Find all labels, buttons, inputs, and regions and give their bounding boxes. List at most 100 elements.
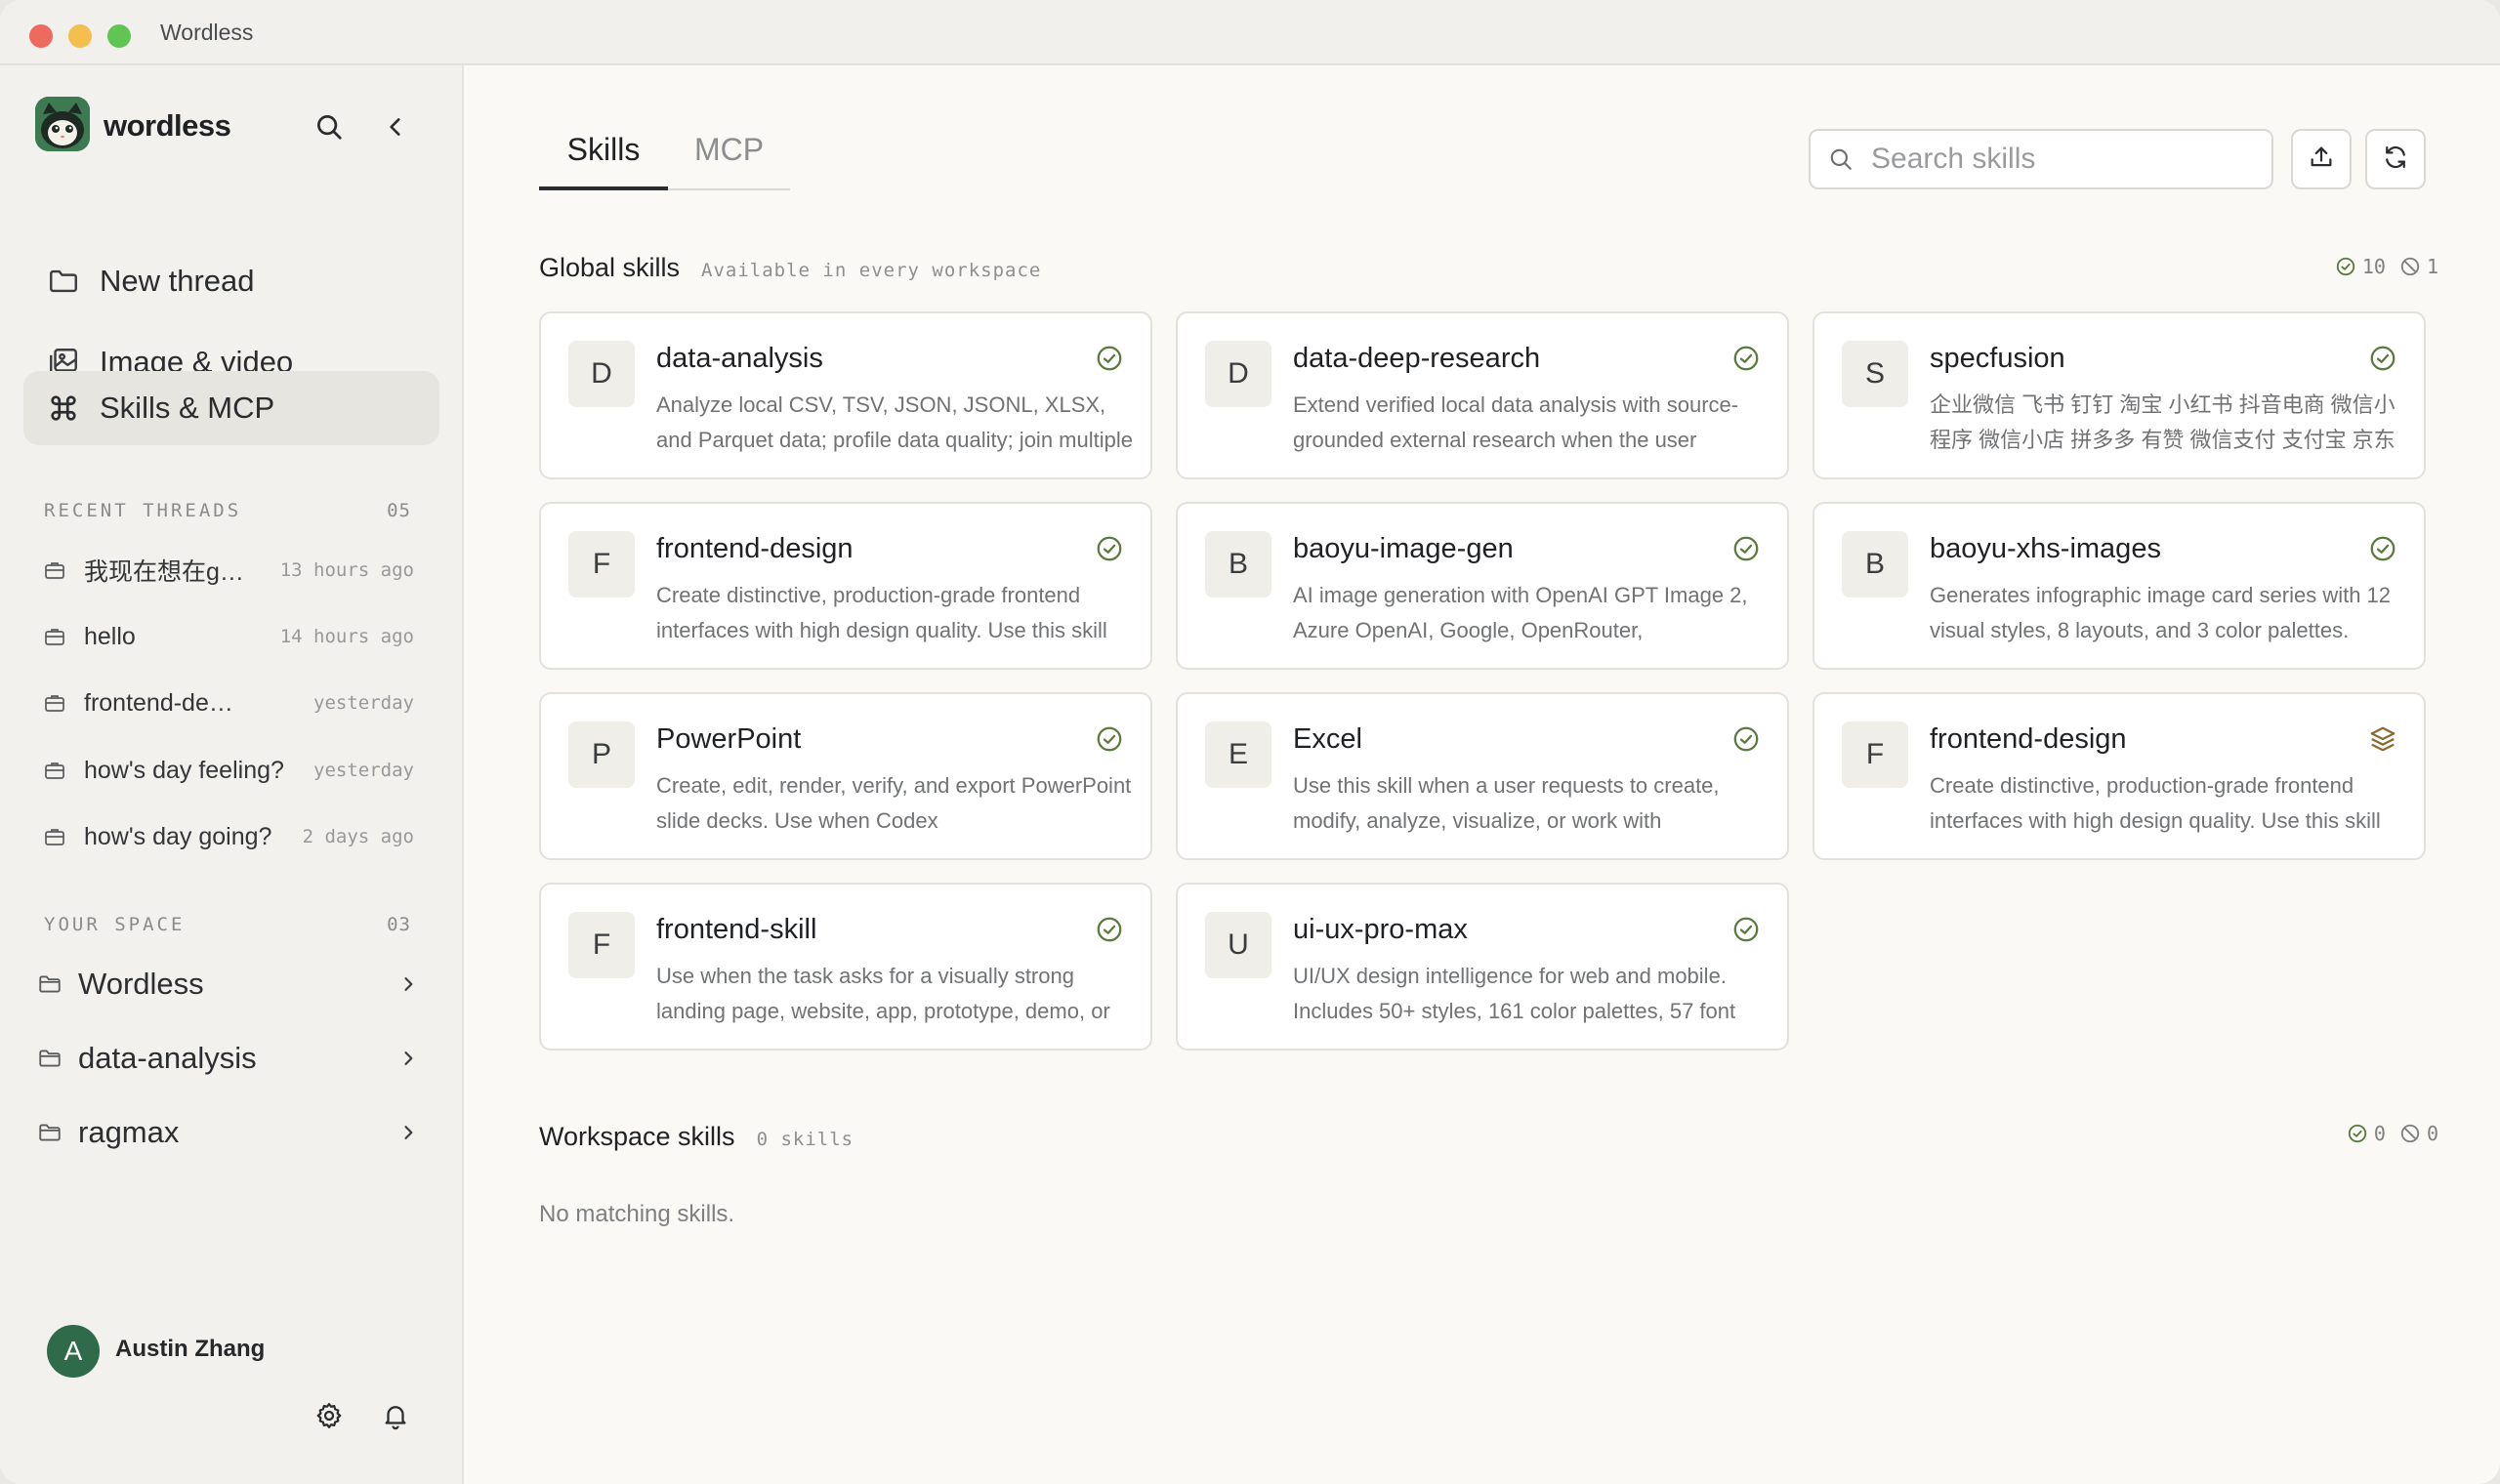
tab-skills[interactable]: Skills [539,120,668,190]
skill-card[interactable]: Bbaoyu-image-gen AI image generation with… [1176,502,1789,670]
skill-title: PowerPoint [656,723,802,755]
skill-card[interactable]: Uui-ux-pro-max UI/UX design intelligence … [1176,883,1789,1051]
minimize-window-button[interactable] [68,24,92,48]
skill-card[interactable]: Ffrontend-design Create distinctive, prod… [1812,692,2426,860]
folder-open-icon [37,969,66,999]
chevron-right-icon [398,974,418,994]
skill-title: frontend-design [1930,723,2127,755]
avatar[interactable]: A [47,1325,100,1378]
check-circle-icon[interactable] [1730,343,1762,374]
disabled-count-value: 0 [2426,1122,2438,1145]
skill-title: ui-ux-pro-max [1293,914,1468,945]
enabled-count-value: 10 [2361,255,2386,278]
check-circle-icon [2348,1124,2367,1143]
global-skills-header: Global skills Available in every workspa… [539,253,1041,283]
nav-new-thread[interactable]: New thread [23,244,439,318]
folder-icon [45,263,82,300]
thread-time: yesterday [313,692,414,714]
skill-description: Extend verified local data analysis with… [1293,392,1739,452]
user-name[interactable]: Austin Zhang [115,1336,265,1363]
skill-description: AI image generation with OpenAI GPT Imag… [1293,583,1748,642]
chevron-right-icon [398,1123,418,1142]
thread-item[interactable]: frontend-design ... yesterday [43,678,414,728]
thread-item[interactable]: 我现在想在git... 13 hours ago [43,545,414,596]
space-label: data-analysis [78,1041,257,1075]
check-circle-icon[interactable] [1094,533,1125,564]
nav-label: New thread [100,264,255,298]
collapse-sidebar-icon[interactable] [372,103,419,150]
space-item-wordless[interactable]: Wordless [37,955,418,1013]
thread-item[interactable]: how's day going? 2 days ago [43,811,414,862]
skill-description: Use when the task asks for a visually st… [656,964,1110,1023]
check-circle-icon [2336,257,2355,276]
workspace-skills-stats: 0 0 [2333,1122,2438,1145]
search-icon[interactable] [306,103,353,150]
skill-letter-badge: F [1842,721,1908,788]
zoom-window-button[interactable] [107,24,131,48]
bell-icon[interactable] [372,1392,419,1439]
skill-card[interactable]: Ffrontend-skill Use when the task asks fo… [539,883,1152,1051]
group-title: Workspace skills [539,1122,735,1151]
tab-mcp[interactable]: MCP [668,120,790,190]
skill-card[interactable]: Ddata-analysis Analyze local CSV, TSV, JS… [539,311,1152,479]
search-input[interactable] [1871,143,2262,176]
skill-card[interactable]: P PowerPoint Create, edit, render, verify,… [539,692,1152,860]
thread-label: how's day going? [84,822,272,850]
check-circle-icon[interactable] [1094,343,1125,374]
layers-icon[interactable] [2367,723,2398,755]
disabled-circle-icon [2400,1124,2420,1143]
group-subtitle: Available in every workspace [701,260,1042,281]
search-field[interactable] [1809,129,2273,189]
skill-description: Use this skill when a user requests to c… [1293,773,1720,833]
thread-label: hello [84,622,136,650]
check-circle-icon[interactable] [1730,533,1762,564]
refresh-icon [2382,144,2409,176]
empty-message: No matching skills. [539,1201,735,1227]
thread-item[interactable]: hello 14 hours ago [43,611,414,662]
section-title: YOUR SPACE [44,914,186,935]
skill-title: baoyu-xhs-images [1930,533,2161,564]
briefcase-icon [43,624,68,649]
nav-skills-mcp[interactable]: Skills & MCP [23,371,439,445]
close-window-button[interactable] [29,24,53,48]
briefcase-icon [43,824,68,849]
thread-item[interactable]: how's day feeling? yesterday [43,745,414,796]
space-item-ragmax[interactable]: ragmax [37,1103,418,1162]
skill-letter-badge: P [568,721,635,788]
search-icon [1828,144,1857,174]
skill-description: Create distinctive, production-grade fro… [1930,773,2381,833]
brand-name: wordless [104,108,231,143]
skill-card[interactable]: Sspecfusion 企业微信 飞书 钉钉 淘宝 小红书 抖音电商 微信小程序 … [1812,311,2426,479]
sidebar: wordless New thread Image & video Skills… [0,65,464,1484]
skill-title: data-analysis [656,343,823,374]
skill-letter-badge: B [1842,531,1908,598]
check-circle-icon[interactable] [1730,723,1762,755]
skill-card[interactable]: Ffrontend-design Create distinctive, prod… [539,502,1152,670]
briefcase-icon [43,557,68,583]
refresh-button[interactable] [2365,129,2426,189]
thread-label: frontend-design ... [84,688,245,717]
window-title: Wordless [160,20,254,45]
skill-card[interactable]: Bbaoyu-xhs-images Generates infographic i… [1812,502,2426,670]
check-circle-icon[interactable] [2367,533,2398,564]
skill-card[interactable]: E Excel Use this skill when a user request… [1176,692,1789,860]
space-label: ragmax [78,1115,180,1149]
skill-title: frontend-design [656,533,854,564]
check-circle-icon[interactable] [1094,723,1125,755]
global-skills-stats: 10 1 [2321,255,2438,278]
space-item-data-analysis[interactable]: data-analysis [37,1029,418,1088]
check-circle-icon[interactable] [1730,914,1762,945]
check-circle-icon[interactable] [2367,343,2398,374]
workspace-skills-header: Workspace skills 0 skills [539,1122,854,1152]
skill-description: Create, edit, render, verify, and export… [656,773,1132,833]
skill-letter-badge: E [1205,721,1271,788]
gear-icon[interactable] [306,1392,353,1439]
check-circle-icon[interactable] [1094,914,1125,945]
group-subtitle: 0 skills [756,1129,854,1150]
thread-time: 2 days ago [302,826,414,847]
briefcase-icon [43,690,68,716]
upload-button[interactable] [2291,129,2352,189]
command-icon [45,390,82,427]
skill-card[interactable]: Ddata-deep-research Extend verified local… [1176,311,1789,479]
app-window: Wordless wordless New thread Image & vid… [0,0,2500,1484]
